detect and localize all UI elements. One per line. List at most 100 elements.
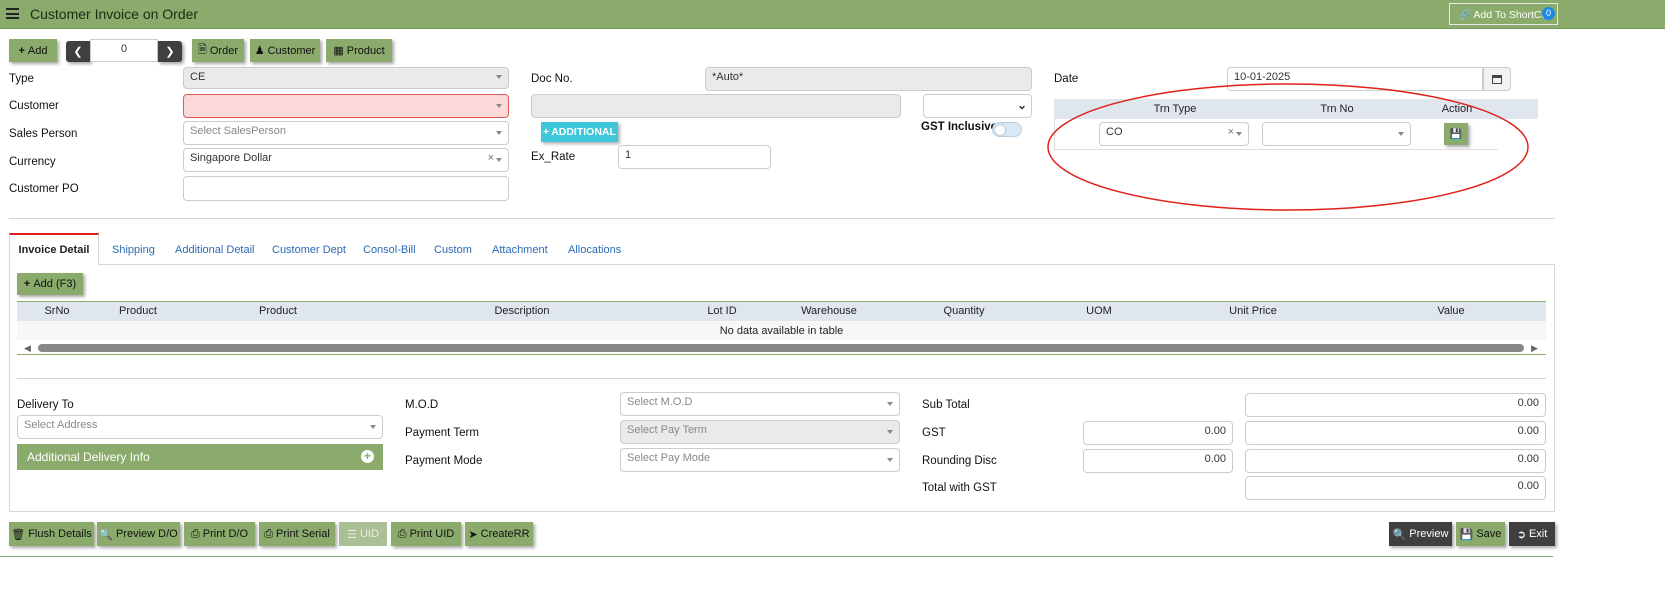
shortcut-count-badge: 0	[1542, 7, 1555, 20]
customer-select[interactable]	[183, 94, 509, 118]
col-product: Product	[259, 305, 297, 317]
chevron-right-icon: ❯	[165, 46, 175, 58]
create-rr-label: CreateRR	[480, 528, 530, 540]
preview-do-button[interactable]: 🔍 Preview D/O	[97, 522, 180, 546]
col-product-code: Product	[119, 305, 157, 317]
highlight-ellipse	[1047, 83, 1529, 211]
flush-details-button[interactable]: 🗑 Flush Details	[9, 522, 94, 546]
customer-label: Customer	[9, 100, 59, 112]
customer-label: Customer	[267, 44, 316, 57]
print-icon: ⎙	[397, 527, 407, 540]
send-icon: ➤	[468, 528, 478, 541]
preview-button[interactable]: 🔍 Preview	[1389, 522, 1452, 546]
tab-customer-dept[interactable]: Customer Dept	[272, 244, 346, 256]
payment-mode-select[interactable]: Select Pay Mode	[620, 448, 900, 472]
payment-mode-placeholder: Select Pay Mode	[627, 452, 711, 464]
docno-input: *Auto*	[705, 67, 1032, 91]
print-uid-button[interactable]: ⎙ Print UID	[391, 522, 461, 546]
col-warehouse: Warehouse	[801, 305, 857, 317]
plus-circle-icon: +	[361, 450, 374, 463]
mod-select[interactable]: Select M.O.D	[620, 392, 900, 416]
additional-delivery-info-button[interactable]: Additional Delivery Info +	[17, 444, 383, 470]
col-srno: SrNo	[44, 305, 70, 317]
next-record-button[interactable]: ❯	[158, 41, 182, 62]
exit-label: Exit	[1528, 528, 1548, 540]
flush-label: Flush Details	[28, 528, 92, 540]
col-description: Description	[494, 305, 550, 317]
customer-name-input	[531, 94, 901, 118]
tab-attachment[interactable]: Attachment	[492, 244, 548, 256]
product-button[interactable]: ▦ Product	[326, 39, 392, 62]
grid-bottom-border	[17, 354, 1546, 355]
payment-term-select[interactable]: Select Pay Term	[620, 420, 900, 444]
exit-button[interactable]: ➲ Exit	[1509, 522, 1555, 546]
record-number-input[interactable]: 0	[90, 39, 158, 62]
tab-shipping[interactable]: Shipping	[112, 244, 155, 256]
tab-consol-bill[interactable]: Consol-Bill	[363, 244, 416, 256]
tab-invoice-detail[interactable]: Invoice Detail	[9, 233, 99, 265]
title-bar	[0, 0, 1665, 29]
type-label: Type	[9, 73, 34, 85]
save-button[interactable]: 💾 Save	[1456, 522, 1505, 546]
customer-po-input[interactable]	[183, 176, 509, 201]
gst-rate-input[interactable]: 0.00	[1083, 421, 1233, 445]
gst-inclusive-toggle[interactable]	[992, 122, 1022, 137]
order-button[interactable]: 🗎 Order	[192, 39, 244, 62]
gst-inclusive-label: GST Inclusive	[921, 121, 998, 133]
col-uom: UOM	[1086, 305, 1112, 317]
print-serial-button[interactable]: ⎙ Print Serial	[259, 522, 335, 546]
scroll-left-icon[interactable]: ◀	[24, 343, 31, 354]
rounding-label: Rounding Disc	[922, 455, 997, 467]
additional-label: ADDITIONAL	[551, 126, 616, 138]
footer-divider	[17, 378, 1546, 379]
additional-button[interactable]: + ADDITIONAL	[541, 122, 618, 142]
uid-label: UID	[359, 528, 379, 540]
col-quantity: Quantity	[943, 305, 985, 317]
currency-value: Singapore Dollar	[190, 152, 272, 164]
total-label: Total with GST	[922, 482, 997, 494]
clear-icon[interactable]: ×	[488, 152, 494, 164]
subtotal-label: Sub Total	[922, 399, 970, 411]
docno-label: Doc No.	[531, 73, 573, 85]
col-unit-price: Unit Price	[1229, 305, 1277, 317]
add-button[interactable]: + Add	[9, 39, 57, 62]
create-rr-button[interactable]: ➤ CreateRR	[465, 522, 533, 546]
subtotal-value: 0.00	[1245, 393, 1546, 417]
tab-allocations[interactable]: Allocations	[568, 244, 621, 256]
type-select[interactable]: CE	[183, 67, 509, 89]
print-icon: ⎙	[264, 527, 273, 540]
bottom-border	[0, 556, 1553, 557]
trash-icon: 🗑	[11, 528, 26, 541]
tab-additional-detail[interactable]: Additional Detail	[175, 244, 255, 256]
customer-button[interactable]: ♟ Customer	[250, 39, 320, 62]
save-label: Save	[1476, 528, 1502, 540]
print-do-button[interactable]: ⎙ Print D/O	[184, 522, 255, 546]
add-to-shortcut-button[interactable]: 🔗 Add To ShortCut 0	[1449, 3, 1558, 25]
preview-do-label: Preview D/O	[115, 528, 178, 540]
currency-select[interactable]: Singapore Dollar ×	[183, 148, 509, 172]
file-icon: 🗎	[198, 44, 207, 56]
address-placeholder: Select Address	[24, 419, 98, 431]
col-lot-id: Lot ID	[707, 305, 737, 317]
hamburger-menu-icon[interactable]	[6, 8, 19, 19]
exrate-input[interactable]: 1	[618, 145, 771, 169]
empty-message: No data available in table	[719, 325, 844, 337]
salesperson-select[interactable]: Select SalesPerson	[183, 121, 509, 145]
mod-placeholder: Select M.O.D	[627, 396, 693, 408]
gst-code-select[interactable]: ⌄	[923, 94, 1032, 118]
user-icon: ♟	[254, 45, 265, 57]
plus-icon: +	[18, 44, 25, 57]
tab-custom[interactable]: Custom	[434, 244, 472, 256]
gst-label: GST	[922, 427, 946, 439]
gift-icon: ▦	[333, 45, 344, 57]
uid-button: ☰ UID	[339, 522, 387, 546]
payment-mode-label: Payment Mode	[405, 455, 483, 467]
prev-record-button[interactable]: ❮	[66, 41, 90, 62]
add-line-button[interactable]: + Add (F3)	[17, 273, 83, 295]
gst-value: 0.00	[1245, 421, 1546, 445]
horizontal-scrollbar[interactable]	[38, 344, 1524, 352]
scroll-right-icon[interactable]: ▶	[1531, 343, 1538, 354]
chevron-down-icon: ⌄	[1016, 98, 1027, 112]
rounding-rate-input[interactable]: 0.00	[1083, 449, 1233, 473]
address-select[interactable]: Select Address	[17, 415, 383, 439]
